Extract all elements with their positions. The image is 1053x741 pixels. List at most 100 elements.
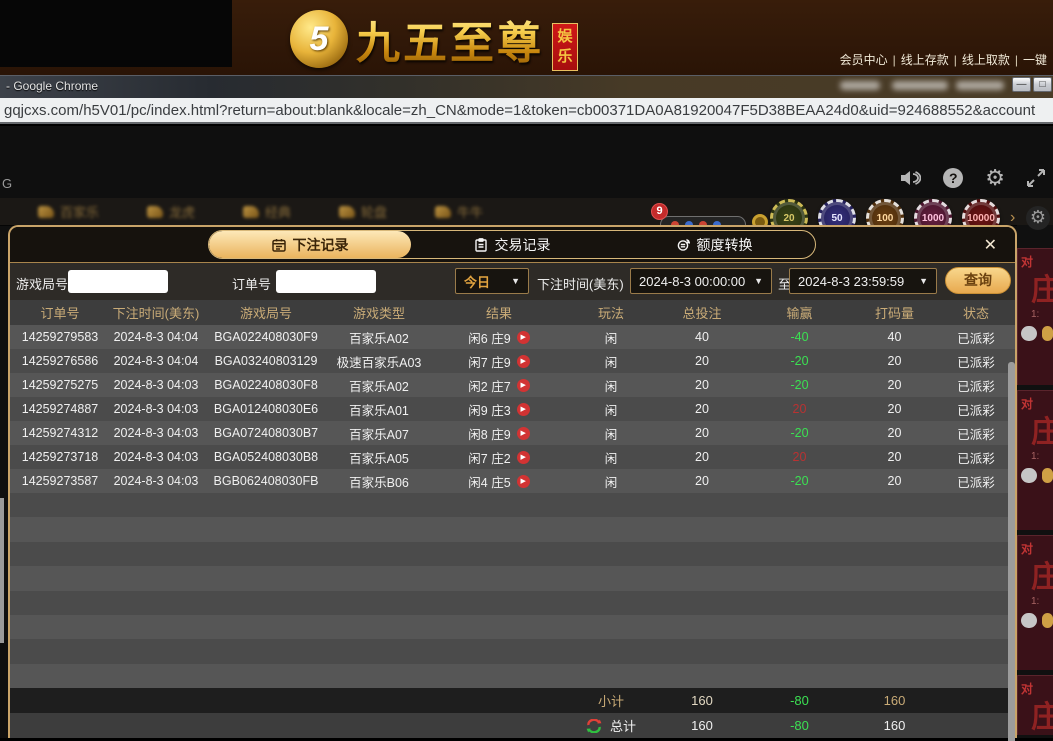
cell-order: 14259274887	[10, 397, 110, 421]
column-header-2: 游戏局号	[202, 300, 330, 325]
game-nav-item-4[interactable]: 牛牛	[435, 202, 483, 221]
fullscreen-icon[interactable]	[1027, 169, 1045, 187]
cell-play: 闲	[570, 445, 652, 469]
site-header: 5 九五至尊 娱乐 会员中心|线上存款|线上取款|一键	[0, 0, 1053, 75]
game-category-icon	[147, 206, 163, 218]
empty-row	[10, 542, 1015, 566]
cell-bet: 20	[652, 373, 752, 397]
play-icon[interactable]: ▶	[517, 355, 530, 368]
date-range-select[interactable]: 今日 ▼	[455, 268, 529, 294]
link-separator: |	[954, 53, 957, 67]
cell-time: 2024-8-3 04:03	[110, 373, 202, 397]
gold-chip	[1042, 468, 1053, 483]
cell-status: 已派彩	[942, 469, 1010, 493]
site-link-3[interactable]: 一键	[1023, 53, 1047, 67]
clipboard-icon	[474, 238, 488, 252]
game-nav-label: 牛牛	[457, 202, 483, 221]
chip-settings-icon[interactable]: ⚙	[1026, 206, 1050, 230]
play-icon[interactable]: ▶	[517, 475, 530, 488]
corner-black-panel	[0, 0, 232, 67]
tab-quota-transfer[interactable]: 额度转换	[613, 231, 815, 258]
tab-pill: 下注记录 交易记录 额度转换	[208, 230, 816, 259]
play-triangle: ▶	[520, 358, 525, 365]
help-icon[interactable]: ?	[943, 168, 963, 188]
cell-winloss: -20	[752, 469, 847, 493]
game-nav-item-1[interactable]: 龙虎	[147, 202, 195, 221]
table-row: 142592752752024-8-3 04:03BGA022408030F8百…	[10, 373, 1015, 397]
play-icon[interactable]: ▶	[517, 427, 530, 440]
maximize-button[interactable]: □	[1033, 77, 1052, 92]
table-row: 142592765862024-8-3 04:04BGA03240803129极…	[10, 349, 1015, 373]
banker-char: 庄	[1031, 276, 1053, 306]
cell-time: 2024-8-3 04:03	[110, 469, 202, 493]
tab-label: 下注记录	[293, 235, 349, 255]
table-row: 142592795832024-8-3 04:04BGA022408030F9百…	[10, 325, 1015, 349]
result-text: 闲2 庄7	[468, 376, 510, 395]
order-number-input[interactable]	[276, 270, 376, 293]
tab-bet-records[interactable]: 下注记录	[209, 231, 411, 258]
game-nav-label: 经典	[265, 202, 291, 221]
cell-time: 2024-8-3 04:04	[110, 325, 202, 349]
cell-round: BGA03240803129	[202, 349, 330, 373]
site-link-2[interactable]: 线上取款	[962, 53, 1010, 67]
round-number-input[interactable]	[68, 270, 168, 293]
game-nav-label: 龙虎	[169, 202, 195, 221]
table-scrollbar[interactable]	[1008, 362, 1015, 741]
cell-time: 2024-8-3 04:03	[110, 421, 202, 445]
table-row: 142592737182024-8-3 04:03BGA052408030B8百…	[10, 445, 1015, 469]
cell-bet: 20	[652, 397, 752, 421]
cell-result: 闲9 庄3▶	[428, 397, 570, 421]
refresh-icon[interactable]	[586, 719, 602, 733]
bet-records-modal: 下注记录 交易记录 额度转换 ✕ 游戏局号	[8, 225, 1017, 738]
chip-value: 20	[783, 213, 794, 224]
site-nav-links: 会员中心|线上存款|线上取款|一键	[783, 51, 1053, 68]
from-datetime-select[interactable]: 2024-8-3 00:00:00 ▼	[630, 268, 772, 294]
cell-round: BGB062408030FB	[202, 469, 330, 493]
tab-transaction-records[interactable]: 交易记录	[411, 231, 613, 258]
cell-status: 已派彩	[942, 349, 1010, 373]
chips-more-arrow[interactable]: ›	[1010, 209, 1015, 227]
cell-result	[428, 688, 570, 713]
play-icon[interactable]: ▶	[517, 451, 530, 464]
pair-label: 对	[1021, 680, 1053, 697]
game-nav-item-0[interactable]: 百家乐	[38, 202, 99, 221]
cell-order	[10, 713, 110, 738]
logo-text: 九五至尊	[356, 7, 544, 71]
game-nav-item-3[interactable]: 轮盘	[339, 202, 387, 221]
cell-time: 2024-8-3 04:03	[110, 445, 202, 469]
gray-chip	[1021, 468, 1037, 483]
play-icon[interactable]: ▶	[517, 403, 530, 416]
cell-turnover: 160	[847, 713, 942, 738]
play-icon[interactable]: ▶	[517, 379, 530, 392]
column-header-3: 游戏类型	[330, 300, 428, 325]
address-bar[interactable]: gqjcxs.com/h5V01/pc/index.html?return=ab…	[0, 98, 1053, 124]
side-bet-zone-1: 对庄1:	[1017, 390, 1053, 530]
cell-play: 闲	[570, 469, 652, 493]
play-icon[interactable]: ▶	[517, 331, 530, 344]
side-chips-row	[1021, 326, 1053, 341]
cell-game: 百家乐A05	[330, 445, 428, 469]
tab-label: 交易记录	[495, 235, 551, 255]
speaker-icon[interactable]	[899, 169, 921, 187]
to-datetime-select[interactable]: 2024-8-3 23:59:59 ▼	[789, 268, 937, 294]
cell-game: 百家乐A02	[330, 373, 428, 397]
empty-row	[10, 591, 1015, 615]
link-separator: |	[893, 53, 896, 67]
cell-status: 已派彩	[942, 373, 1010, 397]
cell-result: 闲7 庄2▶	[428, 445, 570, 469]
site-link-1[interactable]: 线上存款	[901, 53, 949, 67]
site-link-0[interactable]: 会员中心	[840, 53, 888, 67]
game-category-icon	[243, 206, 259, 218]
minimize-button[interactable]: —	[1012, 77, 1031, 92]
game-nav-item-2[interactable]: 经典	[243, 202, 291, 221]
search-button[interactable]: 查询	[945, 267, 1011, 294]
game-nav-label: 轮盘	[361, 202, 387, 221]
cell-time	[110, 688, 202, 713]
cell-result: 闲2 庄7 ▶	[428, 373, 570, 397]
range-value: 今日	[464, 272, 490, 291]
cell-game	[330, 688, 428, 713]
settings-gear-icon[interactable]: ⚙	[985, 168, 1005, 188]
close-icon[interactable]: ✕	[984, 235, 997, 255]
cell-round: BGA022408030F9	[202, 325, 330, 349]
cell-order: 14259273587	[10, 469, 110, 493]
